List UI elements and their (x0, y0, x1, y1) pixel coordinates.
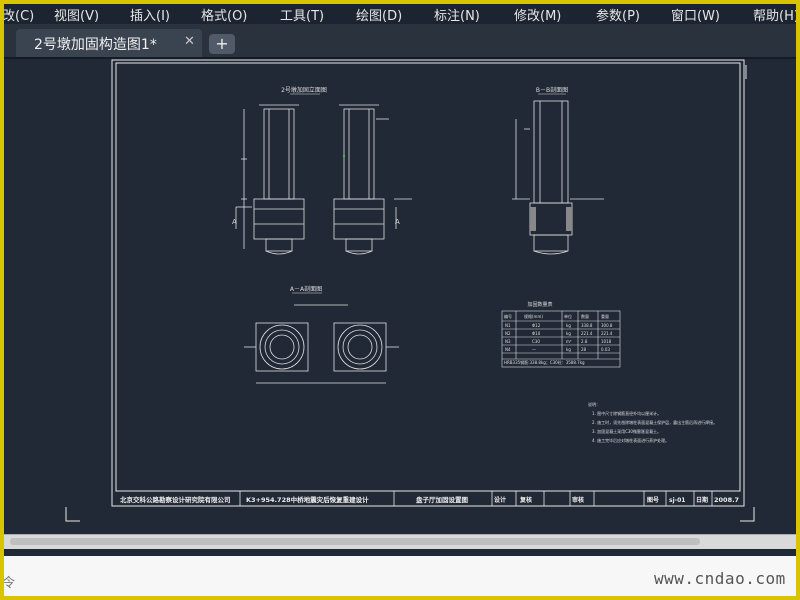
table-cell: m³ (566, 339, 572, 344)
horizontal-scrollbar[interactable] (4, 534, 796, 549)
table-header-cell: 编号 (504, 313, 512, 319)
drawing-frame (65, 59, 755, 522)
table-cell: kg (566, 323, 571, 328)
document-tab-bar: 2号墩加固构造图1* ✕ + (4, 24, 796, 59)
table-footer: HRB335钢筋:338.8kg；C30砼：3588.7kg (504, 359, 585, 365)
table-cell: 2.8 (581, 339, 588, 344)
document-tab-title: 2号墩加固构造图1* (34, 37, 157, 53)
design-label: 设计 (494, 496, 506, 504)
menu-item-insert[interactable]: 插入(I) (130, 5, 170, 24)
table-cell: 28 (581, 347, 587, 352)
section-marker-a-left: A (232, 218, 237, 226)
menu-item-help[interactable]: 帮助(H) (753, 5, 796, 24)
table-cell: 221.4 (601, 331, 613, 336)
section-aa-title: A－A剖面图 (290, 285, 322, 293)
section-bb-hatch (530, 207, 572, 231)
table-cell: 300.8 (601, 323, 613, 328)
project-name: K3+954.728中桥地震灾后恢复重建设计 (246, 495, 369, 504)
pier-elevation-left (235, 104, 305, 255)
section-marker-a-right: A (395, 218, 400, 226)
table-cell: 221.4 (581, 331, 593, 336)
quantity-table-title: 加固数量表 (527, 301, 552, 308)
menu-item-window[interactable]: 窗口(W) (671, 5, 720, 24)
sheet-number: sj-01 (669, 497, 685, 504)
table-cell: — (532, 347, 536, 352)
watermark-text: www.cndao.com (654, 569, 786, 588)
command-prompt: 令 (4, 576, 16, 591)
table-cell: 338.8 (581, 323, 593, 328)
table-cell: 1018 (601, 339, 612, 344)
menu-bar: 改(C) 视图(V) 插入(I) 格式(O) 工具(T) 绘图(D) 标注(N)… (4, 4, 796, 24)
menu-item-dimension[interactable]: 标注(N) (434, 5, 480, 24)
note-line: 4. 施工完毕后应对墩柱表面进行养护处理。 (592, 437, 669, 443)
table-cell: kg (566, 347, 571, 352)
menu-item-tools[interactable]: 工具(T) (280, 5, 324, 24)
cad-application-window: 改(C) 视图(V) 插入(I) 格式(O) 工具(T) 绘图(D) 标注(N)… (4, 4, 796, 596)
drawing-notes: 说明： 1. 图中尺寸除钢筋直径外均以厘米计。 2. 施工时，须先凿除墩柱表面混… (588, 401, 717, 443)
table-cell: kg (566, 331, 571, 336)
command-line[interactable]: 令 www.cndao.com (4, 556, 796, 596)
new-tab-button[interactable]: + (209, 34, 235, 54)
document-tab[interactable]: 2号墩加固构造图1* ✕ (16, 29, 202, 57)
note-line: 1. 图中尺寸除钢筋直径外均以厘米计。 (592, 410, 661, 416)
approve-label: 审核 (572, 496, 584, 504)
table-cell: N4 (505, 347, 511, 352)
cad-drawing: 2号墩加固立面图 A A B－B剖面图 A－A剖面图 加固数量表 编号 规格(m… (65, 59, 755, 522)
menu-item-view[interactable]: 视图(V) (54, 5, 99, 24)
elevation-title: 2号墩加固立面图 (281, 86, 327, 94)
menu-item-modify[interactable]: 修改(M) (514, 5, 561, 24)
table-header-cell: 数量 (581, 313, 589, 319)
drawing-name: 盘子厅加固设置图 (416, 495, 469, 504)
menu-item-format[interactable]: 格式(O) (201, 5, 247, 24)
menu-item-modify-c[interactable]: 改(C) (4, 5, 34, 24)
company-name: 北京交科公路勘察设计研究院有限公司 (120, 495, 231, 504)
review-label: 复核 (519, 496, 532, 504)
sheet-label: 图号 (647, 496, 659, 504)
title-block-text: 北京交科公路勘察设计研究院有限公司 K3+954.728中桥地震灾后恢复重建设计… (120, 495, 739, 504)
table-header-cell: 规格(mm) (524, 313, 543, 319)
table-cell: N2 (505, 331, 511, 336)
table-cell: Φ12 (532, 323, 541, 328)
table-cell: Φ10 (532, 331, 541, 336)
table-cell: C30 (532, 339, 540, 344)
table-cell: N3 (505, 339, 511, 344)
note-line: 2. 施工时，须先凿除墩柱表面混凝土保护层，露出主筋后再进行焊接。 (592, 419, 717, 425)
note-line: 3. 加固混凝土采用C30微膨胀混凝土。 (592, 428, 661, 434)
drawing-canvas[interactable]: 2号墩加固立面图 A A B－B剖面图 A－A剖面图 加固数量表 编号 规格(m… (4, 59, 796, 534)
drawing-date: 2008.7 (714, 496, 739, 504)
menu-item-draw[interactable]: 绘图(D) (356, 5, 402, 24)
date-label: 日期 (696, 496, 708, 504)
section-bb-title: B－B剖面图 (536, 86, 568, 94)
close-tab-icon[interactable]: ✕ (184, 34, 195, 49)
section-bb-view (512, 100, 604, 255)
table-cell: N1 (505, 323, 511, 328)
notes-title: 说明： (588, 401, 600, 407)
table-cell: 0.03 (601, 347, 610, 352)
table-header-cell: 单位 (564, 313, 572, 319)
table-header-cell: 重量 (601, 313, 609, 319)
section-aa-view (244, 304, 399, 384)
menu-item-parameters[interactable]: 参数(P) (596, 5, 640, 24)
pier-elevation-right (333, 104, 412, 255)
scrollbar-thumb[interactable] (10, 538, 700, 545)
